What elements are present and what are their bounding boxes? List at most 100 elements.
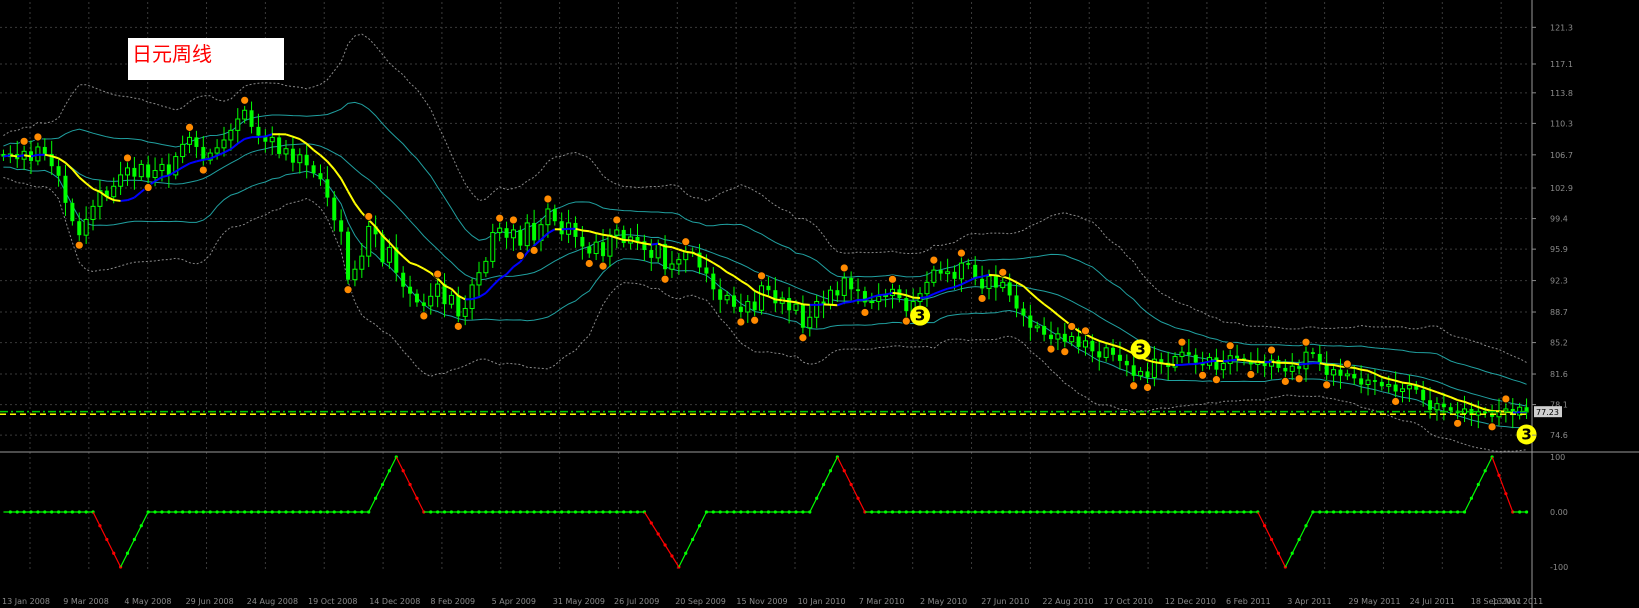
ma-segment	[44, 153, 52, 158]
time-axis-label: 12 Dec 2010	[1165, 597, 1216, 606]
peak-marker	[509, 215, 518, 225]
trough-marker	[901, 316, 911, 326]
ma-segment	[1250, 360, 1258, 363]
peak-marker	[185, 122, 194, 132]
ma-segment	[975, 275, 983, 279]
peak-marker	[19, 136, 29, 146]
ma-segment	[878, 293, 886, 297]
osc-axis-label: -100	[1550, 563, 1568, 572]
price-axis-label: 92.3	[1550, 277, 1568, 286]
peak-marker	[433, 269, 443, 279]
time-axis-label: 13 Jan 2008	[2, 597, 50, 606]
time-axis-label: 22 Aug 2010	[1042, 597, 1093, 606]
trough-marker	[343, 285, 353, 295]
ma-segment	[1230, 358, 1238, 362]
trough-marker	[1487, 422, 1497, 432]
ma-segment	[651, 242, 659, 246]
trough-marker	[1453, 418, 1463, 428]
ma-segment	[816, 303, 824, 306]
trough-marker	[750, 315, 760, 325]
time-axis-label: 17 Oct 2010	[1104, 597, 1153, 606]
time-axis-label: 6 Feb 2011	[1226, 597, 1271, 606]
trough-marker	[1046, 344, 1056, 354]
price-axis-label: 95.9	[1550, 245, 1568, 254]
time-axis-label: 24 Aug 2008	[247, 597, 298, 606]
ma-segment	[637, 241, 645, 245]
trough-marker	[419, 311, 429, 321]
ma-segment	[602, 233, 611, 237]
ma-segment	[23, 154, 32, 158]
time-axis-label: 7 Mar 2010	[859, 597, 905, 606]
trough-marker	[1060, 347, 1070, 357]
time-axis-label: 4 May 2008	[124, 597, 171, 606]
trough-marker	[74, 240, 84, 250]
trough-marker	[1212, 375, 1221, 385]
ma-segment	[1299, 362, 1307, 366]
time-axis-label: 2 May 2010	[920, 597, 967, 606]
trough-marker	[584, 259, 594, 268]
ma-segment	[1168, 363, 1176, 367]
ma-segment	[1360, 368, 1369, 372]
ma-segment	[1319, 362, 1327, 366]
peak-marker	[364, 212, 374, 221]
peak-marker	[1081, 326, 1090, 336]
peak-marker	[888, 274, 897, 284]
ma-segment	[988, 273, 996, 277]
chart-canvas[interactable]: 3 3 3 100 0.00 -100 121.3 117.1 113.8 110.3 106.…	[0, 0, 1639, 608]
peak-marker	[757, 271, 766, 281]
ma-segment	[782, 299, 790, 303]
time-axis-label: 27 Jun 2010	[981, 597, 1029, 606]
peak-marker	[929, 255, 939, 265]
time-axis-label: 13 Nov 2011	[1492, 597, 1543, 606]
time-axis-label: 29 Jun 2008	[186, 597, 234, 606]
peak-marker	[240, 95, 250, 105]
time-axis-label: 8 Feb 2009	[430, 597, 475, 606]
trough-marker	[515, 251, 525, 261]
price-axis-label: 110.3	[1550, 119, 1573, 128]
price-axis-label: 121.3	[1550, 23, 1573, 32]
ma-segment	[561, 227, 569, 231]
trough-marker	[1246, 370, 1256, 379]
peak-marker	[957, 248, 966, 258]
ma-segment	[644, 242, 652, 246]
trough-marker	[1280, 377, 1290, 386]
trough-marker	[1198, 370, 1208, 380]
ma-segment	[120, 199, 128, 202]
ma-segment	[830, 303, 838, 307]
peak-marker	[1225, 341, 1235, 351]
ma-segment	[892, 291, 900, 295]
price-axis-label: 117.1	[1550, 60, 1573, 69]
ma-segment	[844, 300, 852, 304]
trough-marker	[1129, 381, 1139, 391]
ma-segment	[1402, 381, 1410, 385]
trough-marker	[798, 333, 808, 343]
trough-marker	[1143, 383, 1152, 392]
ma-segment	[1264, 360, 1272, 364]
time-axis-label: 14 Dec 2008	[369, 597, 420, 606]
peak-marker	[1501, 394, 1511, 404]
peak-marker	[1342, 359, 1352, 369]
osc-axis-label: 0.00	[1550, 508, 1568, 517]
trough-marker	[1322, 380, 1332, 390]
current-price-label: 77.23	[1536, 408, 1559, 417]
ma-segment	[685, 250, 693, 254]
price-axis-label: 85.2	[1550, 339, 1568, 348]
peak-marker	[495, 213, 505, 223]
time-axis-label: 26 Jul 2009	[614, 597, 659, 606]
ma-segment	[203, 157, 211, 161]
candle	[173, 152, 179, 180]
peak-marker	[1301, 337, 1311, 347]
time-axis-label: 20 Sep 2009	[675, 597, 726, 606]
ma-segment	[1271, 360, 1279, 364]
ma-segment	[664, 245, 673, 249]
ma-segment	[1161, 362, 1169, 366]
ma-segment	[1243, 359, 1252, 363]
trough-marker	[529, 246, 539, 255]
peak-marker	[998, 267, 1008, 277]
trough-marker	[1391, 397, 1401, 406]
peak-marker	[1267, 345, 1276, 355]
ma-segment	[1181, 363, 1189, 366]
time-axis-label: 29 May 2011	[1348, 597, 1400, 606]
peak-marker	[681, 237, 691, 247]
ma-segment	[1195, 361, 1203, 365]
